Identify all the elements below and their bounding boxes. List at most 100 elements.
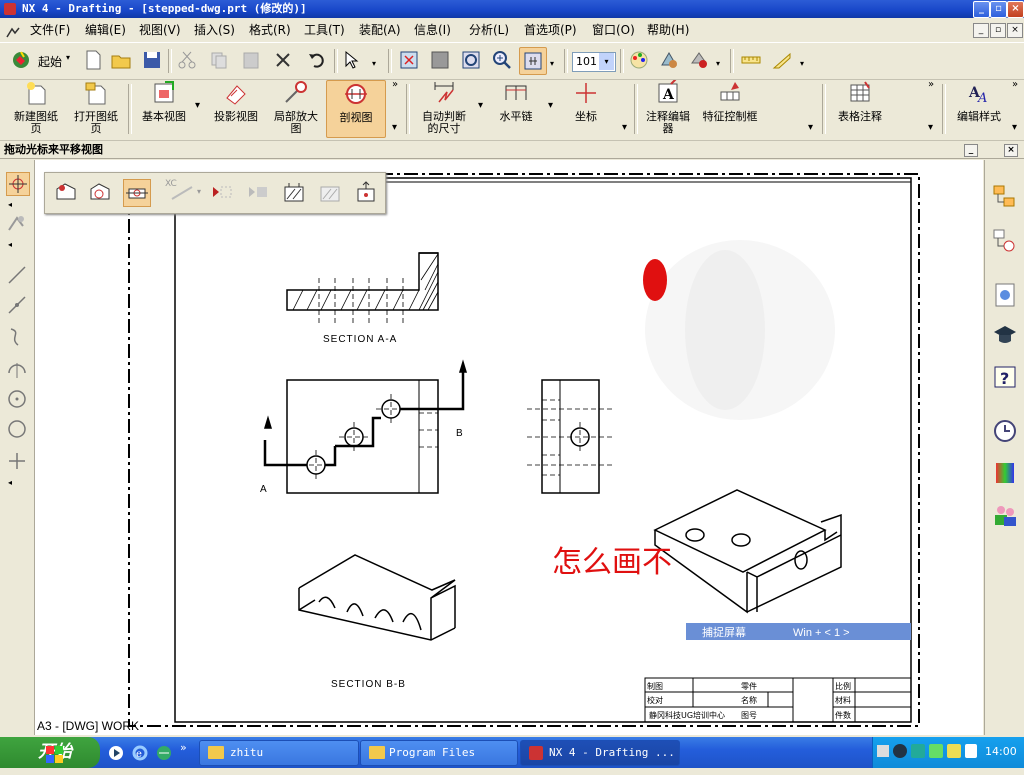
close-button[interactable]: × — [1007, 1, 1024, 18]
pan-dropdown-icon[interactable]: ▾ — [550, 59, 554, 68]
sketch-tool-icon[interactable] — [6, 212, 28, 234]
menu-window[interactable]: 窗口(O) — [592, 19, 635, 41]
select-filter-icon[interactable] — [340, 47, 366, 73]
task-program-files[interactable]: Program Files — [360, 740, 518, 766]
chain-dropdown-icon[interactable]: ▾ — [548, 100, 553, 111]
ie-browser-icon[interactable]: e — [132, 745, 148, 761]
show-hide-icon[interactable] — [686, 47, 712, 73]
select-dropdown-icon[interactable]: ▾ — [372, 59, 376, 68]
inferred-dimension-button[interactable]: 自动判断的尺寸 — [414, 80, 474, 135]
history-icon[interactable] — [992, 282, 1018, 308]
measure-angle-icon[interactable] — [769, 47, 795, 73]
tray-arrow-icon[interactable] — [893, 744, 907, 758]
line-tangent-icon[interactable] — [6, 294, 28, 316]
doc-minimize-button[interactable]: _ — [973, 23, 989, 38]
edit-style-button[interactable]: AA 编辑样式 — [950, 80, 1008, 123]
copy-icon[interactable] — [206, 47, 232, 73]
zoom-dropdown-icon[interactable]: ▾ — [599, 53, 614, 70]
display-dropdown-icon[interactable]: ▾ — [716, 59, 720, 68]
style-dropdown-icon[interactable]: ▾ — [1012, 122, 1017, 133]
ordinate-button[interactable]: 坐标 — [562, 80, 610, 123]
section-style-alt-icon[interactable] — [87, 179, 113, 205]
arrow-location-icon[interactable] — [245, 179, 271, 205]
new-sheet-button[interactable]: 新建图纸页 — [8, 80, 64, 135]
roles-icon[interactable] — [992, 502, 1018, 528]
hatch-icon[interactable] — [281, 179, 307, 205]
measure-dropdown-icon[interactable]: ▾ — [800, 59, 804, 68]
menu-assembly[interactable]: 装配(A) — [359, 19, 401, 41]
ordinate-dropdown-icon[interactable]: ▾ — [622, 122, 627, 133]
hinge-line-icon[interactable] — [169, 179, 195, 205]
palette-icon[interactable] — [992, 460, 1018, 486]
note-editor-button[interactable]: A 注释编辑器 — [640, 77, 696, 135]
task-nx-drafting[interactable]: NX 4 - Drafting ... — [520, 740, 680, 766]
display-edit-icon[interactable] — [656, 47, 682, 73]
measure-distance-icon[interactable] — [738, 47, 764, 73]
style-toolbar-more-icon[interactable]: » — [1012, 79, 1018, 90]
section-view-button[interactable]: 剖视图 — [326, 80, 386, 138]
media-player-icon[interactable] — [108, 745, 124, 761]
point-icon[interactable] — [6, 450, 28, 472]
line-icon[interactable] — [6, 264, 28, 286]
delete-icon[interactable] — [270, 47, 296, 73]
doc-restore-button[interactable]: ▫ — [990, 23, 1006, 38]
base-view-dropdown-icon[interactable]: ▾ — [195, 100, 200, 111]
cut-icon[interactable] — [174, 47, 200, 73]
fit-icon[interactable] — [396, 47, 422, 73]
open-sheet-button[interactable]: 打开图纸页 — [68, 80, 124, 135]
circle-icon[interactable] — [6, 388, 28, 410]
menu-analysis[interactable]: 分析(L) — [469, 19, 509, 41]
open-folder-icon[interactable] — [108, 47, 134, 73]
circle-three-point-icon[interactable] — [6, 418, 28, 440]
doc-close-button[interactable]: × — [1007, 23, 1023, 38]
tabular-note-button[interactable]: 表格注释 — [830, 80, 890, 123]
maximize-button[interactable]: ▫ — [990, 1, 1007, 18]
menu-file[interactable]: 文件(F) — [30, 19, 70, 41]
zoom-select[interactable]: 101 ▾ — [572, 52, 616, 72]
section-style-icon[interactable] — [53, 179, 79, 205]
feature-control-frame-button[interactable]: 特征控制框 — [702, 80, 758, 123]
task-zhitu[interactable]: zhitu — [199, 740, 359, 766]
zoom-in-out-icon[interactable] — [489, 47, 515, 73]
dimension-dropdown-icon[interactable]: ▾ — [478, 100, 483, 111]
save-icon[interactable] — [139, 47, 165, 73]
clock-icon[interactable] — [992, 418, 1018, 444]
base-view-button[interactable]: 基本视图 — [136, 80, 192, 123]
start-button[interactable]: 开始 — [0, 737, 100, 768]
horizontal-chain-button[interactable]: 水平链 — [492, 80, 540, 123]
start-icon[interactable] — [8, 47, 34, 73]
cut-position-icon[interactable] — [209, 179, 235, 205]
start-dropdown-icon[interactable]: ▾ — [66, 53, 70, 62]
tray-app-icon[interactable] — [929, 744, 943, 758]
menu-information[interactable]: 信息(I) — [414, 19, 451, 41]
table-toolbar-more-icon[interactable]: » — [928, 79, 934, 90]
training-icon[interactable] — [992, 322, 1018, 348]
spline-icon[interactable] — [6, 326, 28, 348]
hinge-dropdown-icon[interactable]: ▾ — [197, 187, 201, 196]
network-icon[interactable] — [911, 744, 925, 758]
left-strip-arrow-1-icon[interactable]: ◂ — [8, 200, 12, 209]
move-view-icon[interactable] — [353, 179, 379, 205]
menu-help[interactable]: 帮助(H) — [647, 19, 689, 41]
drawing-canvas[interactable]: SECTION A-A A B SECTION B-B 怎么画不 捕捉屏幕 Wi… — [35, 160, 983, 735]
hatch-alt-icon[interactable] — [317, 179, 343, 205]
zoom-icon[interactable] — [458, 47, 484, 73]
view-toolbar-more-icon[interactable]: » — [392, 79, 398, 90]
minimize-button[interactable]: _ — [973, 1, 990, 18]
section-line-icon[interactable] — [123, 179, 151, 207]
table-dropdown-icon[interactable]: ▾ — [928, 122, 933, 133]
status-minimize-button[interactable]: _ — [964, 144, 978, 157]
crosshair-icon[interactable] — [6, 172, 30, 196]
left-strip-arrow-3-icon[interactable]: ◂ — [8, 478, 12, 487]
view-toolbar-dropdown-icon[interactable]: ▾ — [392, 122, 397, 133]
menu-preferences[interactable]: 首选项(P) — [524, 19, 577, 41]
arc-icon[interactable] — [6, 358, 28, 380]
start-label[interactable]: 起始 — [38, 53, 62, 70]
assembly-navigator-icon[interactable] — [992, 184, 1018, 210]
menu-view[interactable]: 视图(V) — [139, 19, 181, 41]
menu-insert[interactable]: 插入(S) — [194, 19, 235, 41]
menu-format[interactable]: 格式(R) — [249, 19, 291, 41]
pan-icon[interactable] — [519, 47, 547, 75]
undo-icon[interactable] — [304, 47, 330, 73]
quicklaunch-more-icon[interactable]: » — [180, 741, 187, 754]
